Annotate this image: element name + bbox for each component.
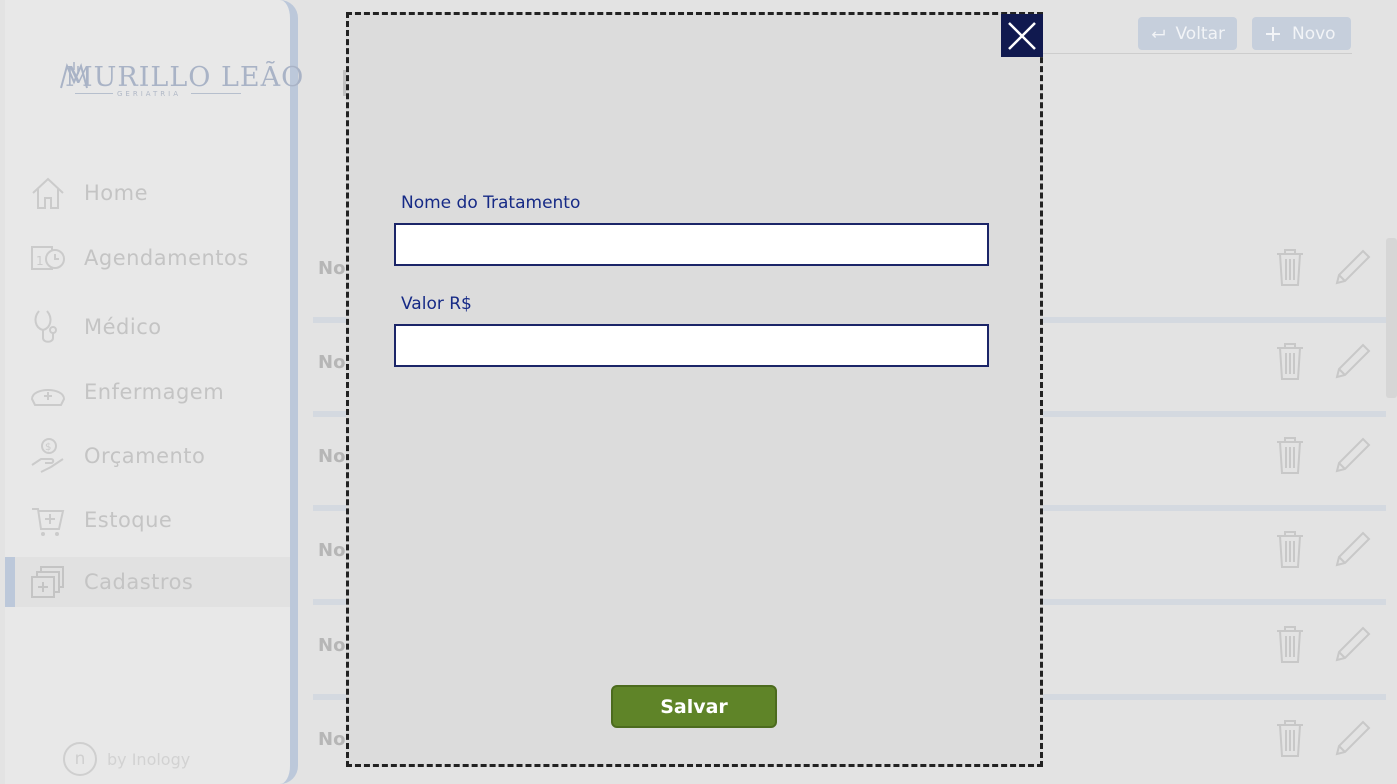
close-icon [1008, 21, 1036, 50]
logo-divider-left [75, 93, 113, 94]
treatment-value-label: Valor R$ [401, 294, 472, 314]
svg-text:$: $ [45, 442, 51, 453]
sidebar-item-estoque[interactable]: Estoque [5, 495, 290, 545]
list-item-label: No [318, 729, 346, 750]
logo-text: MURILLO LEÃO [65, 62, 305, 93]
home-icon [32, 177, 64, 209]
hand-money-icon: $ [31, 438, 64, 473]
edit-icon[interactable] [1333, 718, 1373, 758]
delete-icon[interactable] [1272, 435, 1308, 475]
sidebar-item-label: Agendamentos [84, 246, 249, 270]
sidebar-item-medico[interactable]: Médico [5, 302, 290, 352]
treatment-value-input[interactable] [394, 324, 989, 367]
list-item-label: No [318, 540, 346, 561]
save-button[interactable]: Salvar [611, 685, 777, 728]
delete-icon[interactable] [1272, 529, 1308, 569]
logo-subtext: GERIATRIA [117, 90, 182, 98]
sidebar-item-cadastros[interactable]: Cadastros [5, 557, 290, 607]
brand-footer: n by Inology [63, 742, 190, 776]
calendar-clock-icon: 1 [31, 246, 65, 270]
close-button[interactable] [1001, 14, 1043, 57]
sidebar-item-label: Home [84, 181, 149, 205]
header-divider [1040, 53, 1352, 54]
back-button[interactable]: Voltar [1138, 17, 1237, 50]
edit-icon[interactable] [1333, 624, 1373, 664]
list-item-label: No [318, 446, 346, 467]
sidebar-item-label: Orçamento [84, 444, 206, 468]
sidebar-item-agendamentos[interactable]: 1 Agendamentos [5, 233, 290, 283]
plus-icon [1266, 26, 1280, 41]
delete-icon[interactable] [1272, 247, 1308, 287]
modal-dialog: Nome do Tratamento Valor R$ Salvar [346, 12, 1043, 767]
list-item-label: No [318, 352, 346, 373]
delete-icon[interactable] [1272, 624, 1308, 664]
svg-text:1: 1 [36, 254, 44, 268]
sidebar-item-enfermagem[interactable]: Enfermagem [5, 367, 290, 417]
sidebar-item-home[interactable]: Home [5, 168, 290, 218]
new-button[interactable]: Novo [1252, 17, 1351, 50]
edit-icon[interactable] [1333, 341, 1373, 381]
return-arrow-icon [1151, 29, 1165, 38]
logo: MURILLO LEÃO GERIATRIA [55, 60, 303, 100]
sidebar-item-orcamento[interactable]: $ Orçamento [5, 431, 290, 481]
medical-files-icon [31, 566, 64, 598]
list-item-label: No [318, 635, 346, 656]
delete-icon[interactable] [1272, 341, 1308, 381]
nurse-cap-icon [30, 389, 66, 406]
delete-icon[interactable] [1272, 718, 1308, 758]
sidebar-item-label: Cadastros [84, 570, 194, 594]
scrollbar[interactable] [1386, 238, 1397, 398]
treatment-name-label: Nome do Tratamento [401, 193, 581, 213]
back-button-label: Voltar [1175, 23, 1225, 44]
logo-divider-right [191, 93, 241, 94]
sidebar-item-label: Enfermagem [84, 380, 225, 404]
sidebar-item-label: Estoque [84, 508, 173, 532]
new-button-label: Novo [1292, 23, 1336, 44]
stethoscope-icon [34, 310, 57, 343]
sidebar-item-label: Médico [84, 315, 162, 339]
edit-icon[interactable] [1333, 247, 1373, 287]
edit-icon[interactable] [1333, 529, 1373, 569]
sidebar: MURILLO LEÃO GERIATRIA Home 1 Agendament… [5, 0, 303, 784]
list-item-label: No [318, 258, 346, 279]
treatment-name-input[interactable] [394, 223, 989, 266]
brand-logo-icon: n [63, 742, 97, 776]
medical-cart-icon [32, 508, 65, 536]
brand-text: by Inology [107, 749, 191, 769]
edit-icon[interactable] [1333, 435, 1373, 475]
